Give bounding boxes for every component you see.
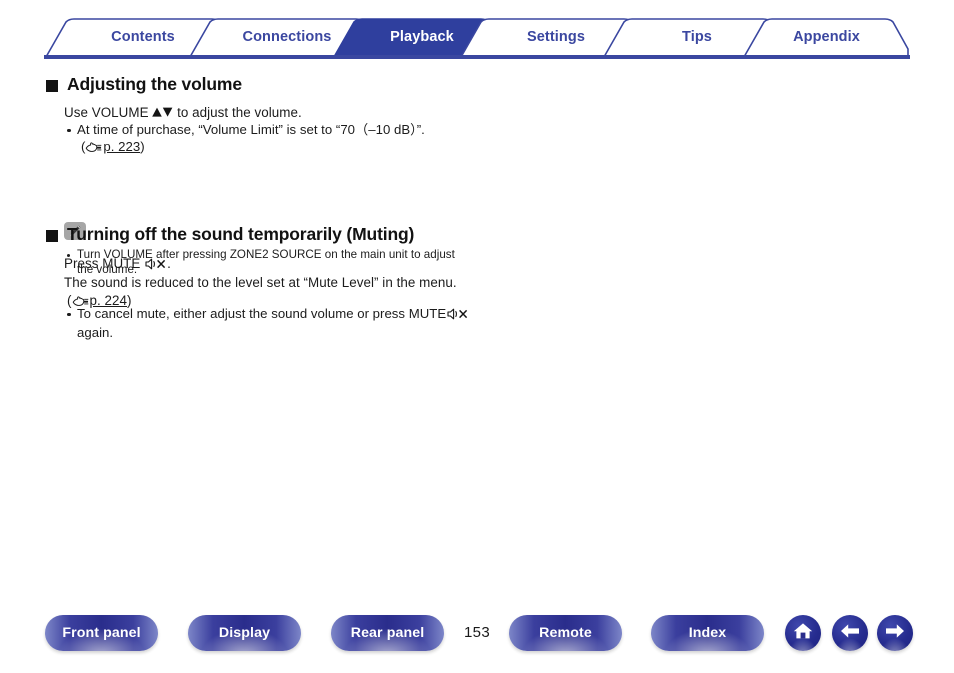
volume-instruction: Use VOLUME to adjust the volume.	[64, 104, 302, 123]
mute-press-suffix: .	[167, 256, 171, 271]
arrow-right-icon	[883, 622, 907, 645]
list-item: To cancel mute, either adjust the sound …	[64, 306, 684, 341]
volume-notes-list: At time of purchase, “Volume Limit” is s…	[64, 122, 664, 157]
cancel-mute-text-cont: again.	[77, 324, 114, 340]
home-icon	[792, 621, 814, 646]
mute-press-label: Press MUTE	[64, 256, 141, 271]
heading-text: Turning off the sound temporarily (Mutin…	[67, 224, 415, 244]
section-heading-muting: Turning off the sound temporarily (Mutin…	[46, 224, 414, 245]
rear-panel-button[interactable]: Rear panel	[331, 615, 444, 651]
page-reference-223[interactable]: ( p. 223)	[77, 139, 664, 158]
tab-bar-rule	[44, 55, 910, 59]
square-bullet-icon	[46, 79, 58, 92]
mute-speaker-icon	[447, 308, 469, 325]
back-button[interactable]	[832, 615, 868, 651]
tab-appendix[interactable]: Appendix	[744, 18, 909, 56]
arrow-left-icon	[838, 622, 862, 645]
footer-toolbar: Front panel Display Rear panel 153 Remot…	[0, 615, 954, 661]
mute-speaker-icon	[145, 257, 167, 275]
cancel-mute-text: To cancel mute, either adjust the sound …	[77, 306, 447, 321]
front-panel-button[interactable]: Front panel	[45, 615, 158, 651]
page-link-label[interactable]: p. 223	[103, 139, 140, 154]
forward-button[interactable]	[877, 615, 913, 651]
pointing-hand-icon	[85, 141, 102, 158]
mute-press-instruction: Press MUTE .	[64, 255, 171, 275]
mute-description-text: The sound is reduced to the level set at…	[64, 275, 457, 290]
volume-limit-text: At time of purchase, “Volume Limit” is s…	[77, 122, 425, 137]
heading-text: Adjusting the volume	[67, 74, 242, 94]
volume-instruction-suffix: to adjust the volume.	[173, 105, 302, 120]
page-number: 153	[464, 624, 490, 641]
volume-up-down-arrows-icon	[152, 105, 173, 123]
index-button[interactable]: Index	[651, 615, 764, 651]
xref-close-paren: )	[140, 138, 145, 154]
remote-button[interactable]: Remote	[509, 615, 622, 651]
list-item: At time of purchase, “Volume Limit” is s…	[64, 122, 664, 157]
section-heading-adjusting-volume: Adjusting the volume	[46, 74, 242, 95]
volume-instruction-prefix: Use VOLUME	[64, 105, 153, 120]
display-button[interactable]: Display	[188, 615, 301, 651]
tab-bar: Contents Connections Playback Settings T…	[44, 18, 910, 58]
mute-notes-list: To cancel mute, either adjust the sound …	[64, 306, 684, 341]
home-button[interactable]	[785, 615, 821, 651]
square-bullet-icon	[46, 229, 58, 242]
